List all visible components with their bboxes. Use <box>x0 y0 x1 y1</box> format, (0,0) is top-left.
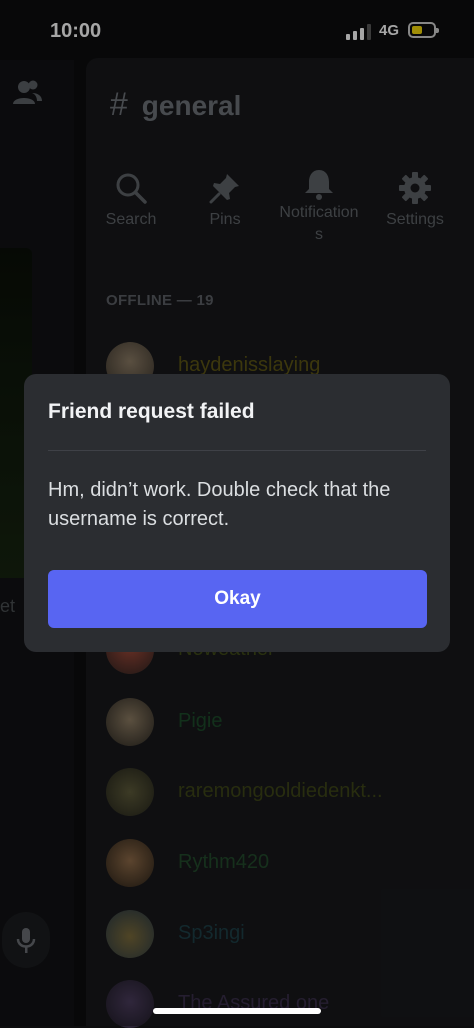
dialog-message: Hm, didn’t work. Double check that the u… <box>48 479 391 530</box>
error-dialog: Friend request failed Hm, didn’t work. D… <box>24 374 450 652</box>
home-indicator[interactable] <box>153 1008 321 1014</box>
dialog-title: Friend request failed <box>48 400 255 423</box>
dialog-divider <box>48 450 426 451</box>
okay-button[interactable]: Okay <box>48 570 427 628</box>
